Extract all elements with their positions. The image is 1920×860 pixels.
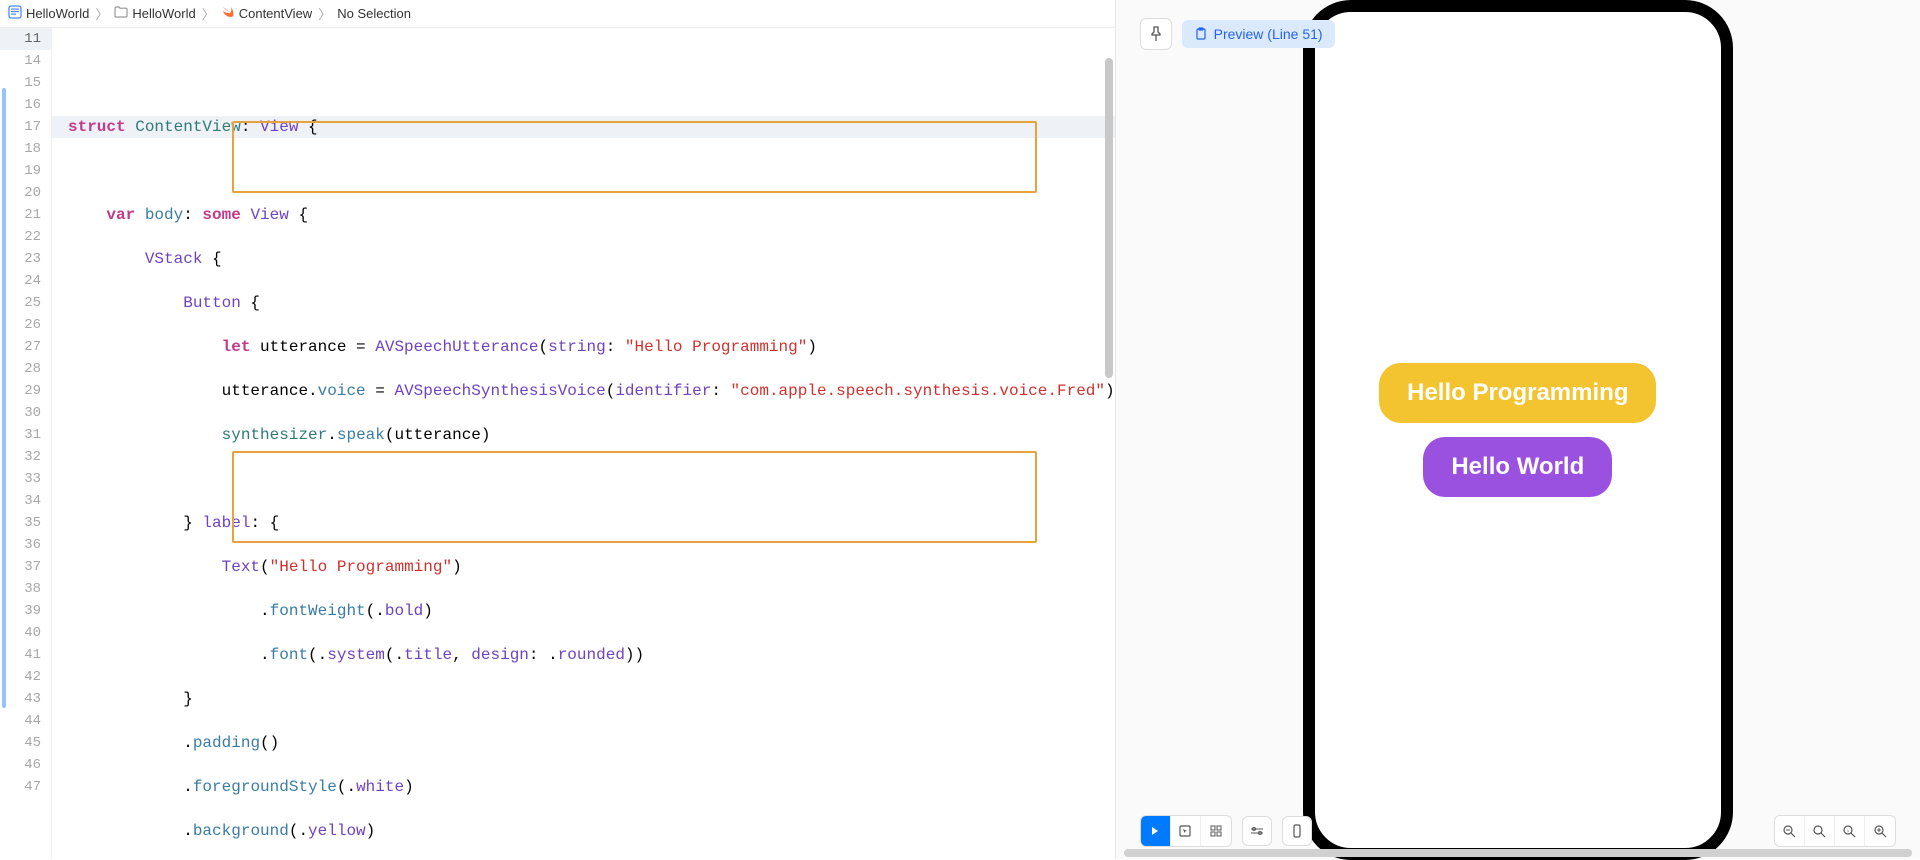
chevron-right-icon: 〉 bbox=[202, 4, 215, 23]
horizontal-scrollbar[interactable] bbox=[1124, 849, 1912, 857]
code-editor[interactable]: 11 14 15 16 17 18 19 20 21 22 23 24 25 2… bbox=[0, 28, 1115, 859]
breadcrumb[interactable]: HelloWorld 〉 HelloWorld 〉 ContentView 〉 … bbox=[0, 0, 1115, 28]
project-icon bbox=[8, 5, 22, 22]
preview-toolbar: 1 bbox=[1140, 815, 1896, 847]
zoom-out-icon bbox=[1783, 825, 1796, 838]
change-strip bbox=[2, 88, 6, 708]
zoom-100-icon: 1 bbox=[1843, 825, 1856, 838]
play-icon bbox=[1150, 826, 1160, 836]
zoom-actual-button[interactable]: 1 bbox=[1835, 816, 1865, 846]
zoom-in-button[interactable] bbox=[1865, 816, 1895, 846]
line-gutter: 11 14 15 16 17 18 19 20 21 22 23 24 25 2… bbox=[0, 28, 52, 859]
cursor-rect-icon bbox=[1179, 825, 1191, 837]
preview-badge[interactable]: Preview (Line 51) bbox=[1182, 20, 1335, 48]
pin-button[interactable] bbox=[1140, 18, 1172, 50]
preview-device-button[interactable] bbox=[1282, 816, 1312, 846]
grid-icon bbox=[1210, 825, 1222, 837]
breadcrumb-selection[interactable]: No Selection bbox=[337, 6, 411, 21]
svg-text:1: 1 bbox=[1847, 828, 1850, 833]
preview-button-hello-programming[interactable]: Hello Programming bbox=[1379, 363, 1656, 423]
selectable-preview-button[interactable] bbox=[1171, 816, 1201, 846]
zoom-out-button[interactable] bbox=[1775, 816, 1805, 846]
zoom-in-icon bbox=[1874, 825, 1887, 838]
breadcrumb-project[interactable]: HelloWorld bbox=[8, 5, 89, 22]
preview-canvas[interactable]: Preview (Line 51) Hello Programming Hell… bbox=[1116, 0, 1920, 859]
variants-button[interactable] bbox=[1201, 816, 1231, 846]
breadcrumb-folder[interactable]: HelloWorld bbox=[114, 6, 195, 21]
clipboard-icon bbox=[1194, 27, 1208, 41]
breadcrumb-file[interactable]: ContentView bbox=[221, 5, 312, 22]
device-settings-button[interactable] bbox=[1242, 816, 1272, 846]
vertical-scrollbar[interactable] bbox=[1105, 58, 1113, 378]
device-frame: Hello Programming Hello World bbox=[1303, 0, 1733, 860]
zoom-fit-icon bbox=[1813, 825, 1826, 838]
chevron-right-icon: 〉 bbox=[318, 4, 331, 23]
pin-icon bbox=[1149, 26, 1163, 42]
iphone-icon bbox=[1293, 824, 1301, 838]
chevron-right-icon: 〉 bbox=[95, 4, 108, 23]
sliders-icon bbox=[1250, 826, 1264, 836]
zoom-fit-button[interactable] bbox=[1805, 816, 1835, 846]
live-preview-button[interactable] bbox=[1141, 816, 1171, 846]
folder-icon bbox=[114, 6, 128, 21]
preview-button-hello-world[interactable]: Hello World bbox=[1423, 437, 1612, 497]
swift-icon bbox=[221, 5, 235, 22]
code-content[interactable]: struct ContentView: View { var body: som… bbox=[52, 28, 1115, 859]
